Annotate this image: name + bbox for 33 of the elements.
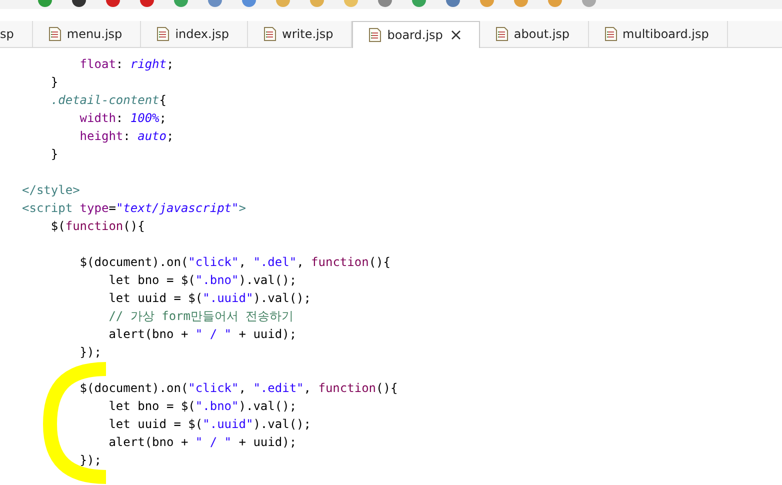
code-line: }); — [78, 344, 102, 361]
file-tab[interactable]: sp — [0, 21, 33, 47]
code-line: </style> — [21, 182, 81, 199]
code-line: width: 100%; — [78, 110, 168, 127]
code-line: $(document).on("click", ".del", function(){ — [78, 254, 392, 271]
file-icon — [264, 27, 276, 41]
file-tab[interactable]: index.jsp — [141, 21, 248, 47]
file-icon — [369, 28, 382, 42]
code-line: let bno = $(".bno").val(); — [108, 272, 298, 289]
code-line: height: auto; — [78, 128, 175, 145]
code-line: $(document).on("click", ".edit", function(){ — [78, 380, 399, 397]
file-tab[interactable]: board.jsp — [352, 21, 480, 48]
file-icon — [157, 27, 170, 41]
file-icon — [496, 27, 508, 41]
close-icon[interactable] — [450, 30, 461, 40]
code-line: // 가상 form만들어서 전송하기 — [108, 308, 295, 325]
code-line: let uuid = $(".uuid").val(); — [108, 416, 312, 433]
code-line: let uuid = $(".uuid").val(); — [108, 290, 312, 307]
code-line: }); — [78, 452, 102, 469]
code-line: float: right; — [78, 56, 175, 73]
file-icon — [48, 27, 61, 41]
code-line: .detail-content{ — [50, 92, 168, 109]
code-line: <script type="text/javascript"> — [21, 200, 247, 217]
code-line: alert(bno + " / " + uuid); — [108, 326, 298, 343]
file-icon — [604, 27, 617, 41]
file-tab[interactable]: about.jsp — [480, 21, 589, 47]
code-line: let bno = $(".bno").val(); — [108, 398, 298, 415]
code-line: $(function(){ — [50, 218, 146, 235]
file-tab[interactable]: multiboard.jsp — [588, 21, 728, 47]
code-line: } — [50, 74, 60, 91]
code-line: alert(bno + " / " + uuid); — [108, 434, 298, 451]
code-line: } — [50, 146, 60, 163]
file-tab[interactable]: menu.jsp — [32, 21, 142, 47]
